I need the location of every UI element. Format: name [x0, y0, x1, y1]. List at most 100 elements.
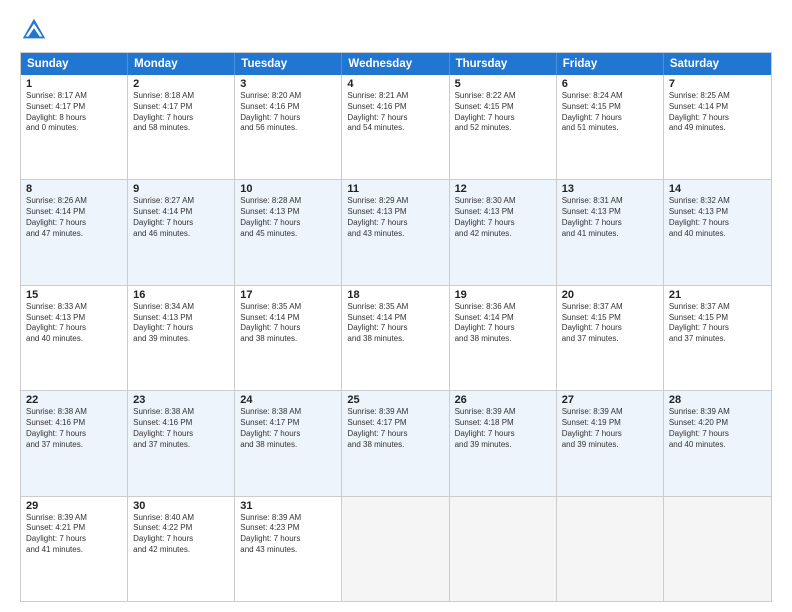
cell-line: Sunrise: 8:20 AM	[240, 91, 336, 102]
cell-line: Sunset: 4:14 PM	[455, 313, 551, 324]
cell-line: Daylight: 7 hours	[562, 429, 658, 440]
cell-line: and 37 minutes.	[133, 440, 229, 451]
day-cell-6: 6Sunrise: 8:24 AMSunset: 4:15 PMDaylight…	[557, 75, 664, 179]
cell-line: Sunrise: 8:38 AM	[26, 407, 122, 418]
cell-line: Sunrise: 8:18 AM	[133, 91, 229, 102]
cell-line: Sunrise: 8:40 AM	[133, 513, 229, 524]
cell-line: Daylight: 7 hours	[347, 429, 443, 440]
day-number: 2	[133, 78, 229, 90]
calendar-week-5: 29Sunrise: 8:39 AMSunset: 4:21 PMDayligh…	[21, 497, 771, 601]
calendar-body: 1Sunrise: 8:17 AMSunset: 4:17 PMDaylight…	[21, 75, 771, 601]
cell-line: Daylight: 7 hours	[347, 113, 443, 124]
day-number: 14	[669, 183, 766, 195]
cell-line: Sunset: 4:15 PM	[562, 102, 658, 113]
cell-line: Daylight: 7 hours	[133, 429, 229, 440]
empty-cell	[450, 497, 557, 601]
cell-line: Daylight: 7 hours	[240, 429, 336, 440]
cell-line: Sunset: 4:17 PM	[347, 418, 443, 429]
cell-line: and 49 minutes.	[669, 123, 766, 134]
day-number: 29	[26, 500, 122, 512]
day-cell-10: 10Sunrise: 8:28 AMSunset: 4:13 PMDayligh…	[235, 180, 342, 284]
page: SundayMondayTuesdayWednesdayThursdayFrid…	[0, 0, 792, 612]
day-cell-20: 20Sunrise: 8:37 AMSunset: 4:15 PMDayligh…	[557, 286, 664, 390]
cell-line: Sunset: 4:15 PM	[669, 313, 766, 324]
cell-line: Daylight: 7 hours	[240, 534, 336, 545]
cell-line: Daylight: 7 hours	[240, 113, 336, 124]
day-number: 4	[347, 78, 443, 90]
day-number: 17	[240, 289, 336, 301]
header	[20, 16, 772, 44]
day-number: 10	[240, 183, 336, 195]
cell-line: Daylight: 7 hours	[133, 323, 229, 334]
cell-line: Sunrise: 8:27 AM	[133, 196, 229, 207]
day-number: 3	[240, 78, 336, 90]
cell-line: Daylight: 7 hours	[562, 218, 658, 229]
day-cell-14: 14Sunrise: 8:32 AMSunset: 4:13 PMDayligh…	[664, 180, 771, 284]
cell-line: Sunrise: 8:39 AM	[455, 407, 551, 418]
cell-line: Sunset: 4:16 PM	[347, 102, 443, 113]
day-cell-7: 7Sunrise: 8:25 AMSunset: 4:14 PMDaylight…	[664, 75, 771, 179]
cell-line: Daylight: 7 hours	[26, 323, 122, 334]
day-cell-13: 13Sunrise: 8:31 AMSunset: 4:13 PMDayligh…	[557, 180, 664, 284]
cell-line: Sunset: 4:20 PM	[669, 418, 766, 429]
cell-line: and 41 minutes.	[562, 229, 658, 240]
cell-line: Daylight: 7 hours	[455, 218, 551, 229]
cell-line: Sunset: 4:14 PM	[133, 207, 229, 218]
cell-line: Daylight: 7 hours	[26, 218, 122, 229]
cell-line: Sunset: 4:13 PM	[455, 207, 551, 218]
cell-line: and 47 minutes.	[26, 229, 122, 240]
day-cell-4: 4Sunrise: 8:21 AMSunset: 4:16 PMDaylight…	[342, 75, 449, 179]
cell-line: and 37 minutes.	[562, 334, 658, 345]
cell-line: Sunrise: 8:38 AM	[240, 407, 336, 418]
cell-line: and 40 minutes.	[669, 229, 766, 240]
cell-line: Sunset: 4:14 PM	[347, 313, 443, 324]
cell-line: and 38 minutes.	[240, 440, 336, 451]
day-number: 6	[562, 78, 658, 90]
day-cell-5: 5Sunrise: 8:22 AMSunset: 4:15 PMDaylight…	[450, 75, 557, 179]
day-number: 7	[669, 78, 766, 90]
cell-line: Sunset: 4:17 PM	[26, 102, 122, 113]
day-number: 12	[455, 183, 551, 195]
header-day-tuesday: Tuesday	[235, 53, 342, 75]
cell-line: Sunset: 4:19 PM	[562, 418, 658, 429]
cell-line: Sunrise: 8:37 AM	[669, 302, 766, 313]
cell-line: Sunset: 4:14 PM	[240, 313, 336, 324]
day-number: 20	[562, 289, 658, 301]
day-cell-9: 9Sunrise: 8:27 AMSunset: 4:14 PMDaylight…	[128, 180, 235, 284]
cell-line: Daylight: 7 hours	[347, 323, 443, 334]
day-number: 13	[562, 183, 658, 195]
cell-line: and 43 minutes.	[240, 545, 336, 556]
cell-line: Sunset: 4:13 PM	[26, 313, 122, 324]
day-cell-15: 15Sunrise: 8:33 AMSunset: 4:13 PMDayligh…	[21, 286, 128, 390]
cell-line: Daylight: 7 hours	[562, 113, 658, 124]
cell-line: and 56 minutes.	[240, 123, 336, 134]
cell-line: Sunrise: 8:26 AM	[26, 196, 122, 207]
header-day-saturday: Saturday	[664, 53, 771, 75]
cell-line: Sunrise: 8:37 AM	[562, 302, 658, 313]
cell-line: Sunrise: 8:39 AM	[240, 513, 336, 524]
cell-line: Sunrise: 8:32 AM	[669, 196, 766, 207]
cell-line: Sunrise: 8:31 AM	[562, 196, 658, 207]
cell-line: Sunset: 4:17 PM	[133, 102, 229, 113]
calendar-week-4: 22Sunrise: 8:38 AMSunset: 4:16 PMDayligh…	[21, 391, 771, 496]
calendar-week-3: 15Sunrise: 8:33 AMSunset: 4:13 PMDayligh…	[21, 286, 771, 391]
cell-line: and 39 minutes.	[562, 440, 658, 451]
cell-line: Daylight: 7 hours	[26, 429, 122, 440]
day-number: 21	[669, 289, 766, 301]
day-cell-26: 26Sunrise: 8:39 AMSunset: 4:18 PMDayligh…	[450, 391, 557, 495]
day-number: 26	[455, 394, 551, 406]
cell-line: Sunrise: 8:33 AM	[26, 302, 122, 313]
cell-line: Sunset: 4:16 PM	[26, 418, 122, 429]
day-cell-29: 29Sunrise: 8:39 AMSunset: 4:21 PMDayligh…	[21, 497, 128, 601]
cell-line: Sunset: 4:16 PM	[240, 102, 336, 113]
cell-line: Sunrise: 8:35 AM	[240, 302, 336, 313]
header-day-thursday: Thursday	[450, 53, 557, 75]
cell-line: and 54 minutes.	[347, 123, 443, 134]
cell-line: and 37 minutes.	[26, 440, 122, 451]
day-cell-25: 25Sunrise: 8:39 AMSunset: 4:17 PMDayligh…	[342, 391, 449, 495]
cell-line: Sunrise: 8:35 AM	[347, 302, 443, 313]
cell-line: Daylight: 7 hours	[133, 218, 229, 229]
cell-line: Sunset: 4:13 PM	[562, 207, 658, 218]
cell-line: and 45 minutes.	[240, 229, 336, 240]
calendar-header: SundayMondayTuesdayWednesdayThursdayFrid…	[21, 53, 771, 75]
